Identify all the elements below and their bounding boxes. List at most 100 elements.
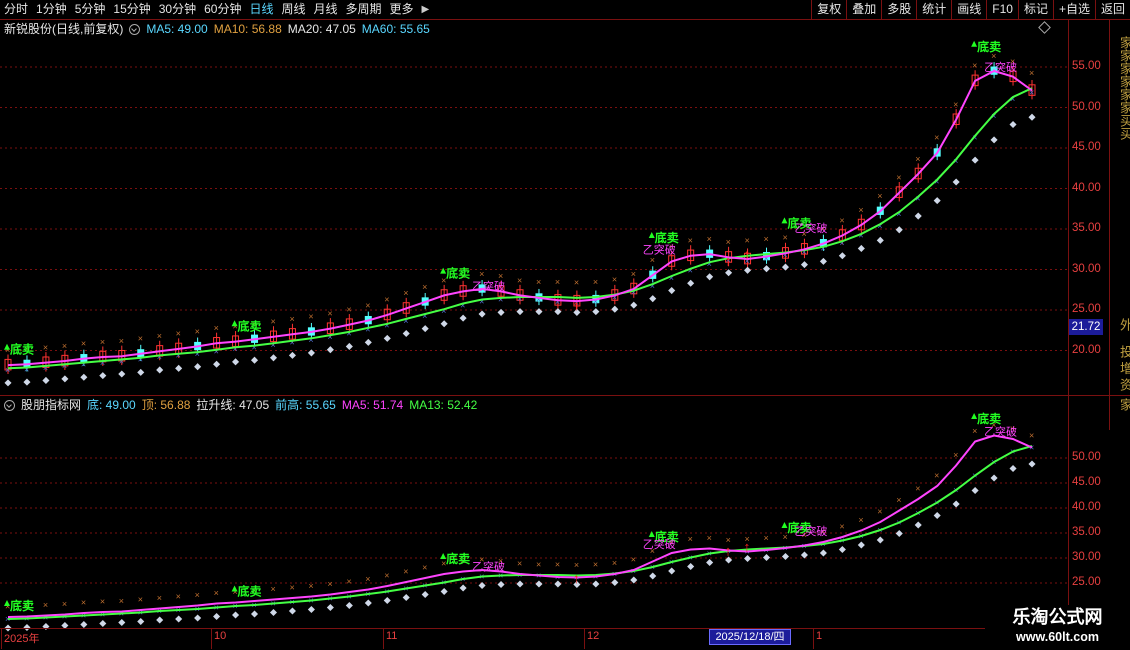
indicator-bottom-cross: × — [119, 609, 124, 619]
period-tab-4[interactable]: 30分钟 — [155, 0, 200, 19]
main-top-cross: × — [327, 308, 332, 318]
indicator-red-arrow-icon: ↑ — [744, 539, 751, 555]
main-support-dot — [421, 325, 429, 333]
period-tab-0[interactable]: 分时 — [0, 0, 32, 19]
main-top-cross: × — [593, 277, 598, 287]
toolbar-button-6[interactable]: 标记 — [1017, 0, 1053, 19]
indicator-bottom-cross: × — [479, 572, 484, 582]
indicator-top-cross: × — [384, 571, 389, 581]
indicator-signal-arrow — [4, 600, 10, 606]
main-top-cross: × — [631, 269, 636, 279]
main-top-cross: × — [422, 282, 427, 292]
toolbar-button-8[interactable]: 返回 — [1094, 0, 1130, 19]
indicator-bottom-cross: × — [726, 546, 731, 556]
indicator-support-dot — [687, 562, 695, 571]
main-top-cross: × — [308, 312, 313, 322]
main-price-label: 55.00 — [1072, 60, 1101, 72]
more-arrow-icon[interactable]: ▶ — [418, 4, 434, 15]
main-bottom-cross: × — [745, 256, 750, 266]
toolbar-button-7[interactable]: +自选 — [1052, 0, 1095, 19]
main-top-cross: × — [555, 277, 560, 287]
candle-body — [687, 249, 695, 262]
indicator-name: 股朋指标网 — [21, 398, 82, 412]
main-bottom-cross: × — [915, 193, 920, 203]
main-support-dot — [516, 308, 524, 316]
candle-body — [668, 255, 676, 267]
main-top-cross: × — [138, 334, 143, 344]
main-price-label: 40.00 — [1072, 181, 1101, 194]
kline-chart[interactable]: × × × × × × × × × × × × × × × × × × × × × × × × × × × × × × × × × × × × × × × ×… — [0, 0, 1130, 650]
indicator-support-dot — [781, 552, 790, 561]
indicator-bottom-cross: × — [441, 578, 446, 588]
indicator-price-label: 30.00 — [1072, 551, 1101, 563]
candle-body — [800, 243, 808, 255]
indicator-top-cross: × — [119, 596, 124, 606]
main-top-cross: × — [650, 255, 655, 265]
toolbar-button-3[interactable]: 统计 — [916, 0, 951, 19]
main-support-dot — [307, 349, 315, 357]
candle-body — [478, 284, 486, 293]
side-strip-low: 投 增 资 — [1118, 345, 1130, 392]
main-top-cross: × — [24, 344, 29, 354]
stock-name: 新锐股份(日线,前复权) — [4, 22, 124, 36]
main-support-dot — [668, 287, 676, 295]
period-tab-7[interactable]: 周线 — [277, 0, 309, 19]
indicator-support-dot — [326, 603, 334, 612]
candle-body — [876, 206, 884, 215]
period-tab-5[interactable]: 60分钟 — [200, 0, 245, 19]
indicator-top-cross: × — [1029, 431, 1034, 441]
indicator-top-cross: × — [479, 555, 484, 565]
candle-body — [781, 247, 789, 259]
candle-body — [345, 318, 353, 330]
indicator-bottom-cross: × — [43, 613, 48, 623]
candle-body — [175, 342, 183, 355]
indicator-top-cross: × — [289, 583, 294, 593]
main-top-cross: × — [707, 234, 712, 244]
main-bottom-cross: × — [43, 363, 48, 373]
dropdown-circle-icon[interactable] — [129, 23, 141, 35]
diamond-icon[interactable] — [1038, 21, 1051, 34]
candle-body — [61, 354, 69, 367]
indicator-annotation: 底卖 — [787, 520, 811, 535]
main-top-cross: × — [384, 295, 389, 305]
main-bottom-cross: × — [176, 351, 181, 361]
indicator-top-cross: × — [1010, 424, 1015, 434]
indicator-support-dot — [611, 578, 619, 587]
main-bottom-cross: × — [233, 344, 238, 354]
candle-body — [763, 251, 771, 261]
main-price-label: 35.00 — [1072, 222, 1101, 234]
indicator-top-cross: × — [327, 579, 332, 589]
indicator-bottom-cross: × — [669, 557, 674, 567]
main-annotation: 底卖 — [655, 230, 679, 245]
indicator-support-dot — [307, 605, 315, 614]
main-red-arrow-icon: ↑ — [725, 252, 732, 268]
candle-body — [497, 285, 505, 297]
indicator-top-cross: × — [991, 420, 996, 430]
main-red-arrow-icon: ↑ — [744, 246, 751, 262]
main-support-dot — [535, 308, 543, 316]
period-tab-8[interactable]: 月线 — [310, 0, 342, 19]
period-tab-3[interactable]: 15分钟 — [109, 0, 154, 19]
main-bottom-cross: × — [858, 231, 863, 241]
period-tab-10[interactable]: 更多 — [386, 0, 418, 19]
toolbar-button-1[interactable]: 叠加 — [846, 0, 881, 19]
indicator-dropdown-icon[interactable] — [4, 399, 15, 411]
period-tab-9[interactable]: 多周期 — [342, 0, 386, 19]
main-bottom-cross: × — [138, 355, 143, 365]
main-top-cross: × — [365, 300, 370, 310]
indicator-top-cross: × — [252, 586, 257, 596]
toolbar-button-5[interactable]: F10 — [986, 0, 1018, 19]
toolbar-button-2[interactable]: 多股 — [881, 0, 916, 19]
period-tab-2[interactable]: 5分钟 — [71, 0, 110, 19]
period-tab-1[interactable]: 1分钟 — [32, 0, 71, 19]
main-top-cross: × — [460, 271, 465, 281]
period-tab-6[interactable]: 日线 — [245, 0, 277, 19]
indicator-bottom-cross: × — [1029, 443, 1034, 453]
toolbar-button-4[interactable]: 画线 — [951, 0, 986, 19]
indicator-support-dot — [478, 581, 486, 590]
date-axis-divider — [0, 628, 1068, 629]
main-support-dot — [61, 375, 69, 383]
toolbar-button-0[interactable]: 复权 — [811, 0, 846, 19]
candle-body — [1028, 84, 1036, 96]
indicator-price-label: 50.00 — [1072, 451, 1101, 463]
